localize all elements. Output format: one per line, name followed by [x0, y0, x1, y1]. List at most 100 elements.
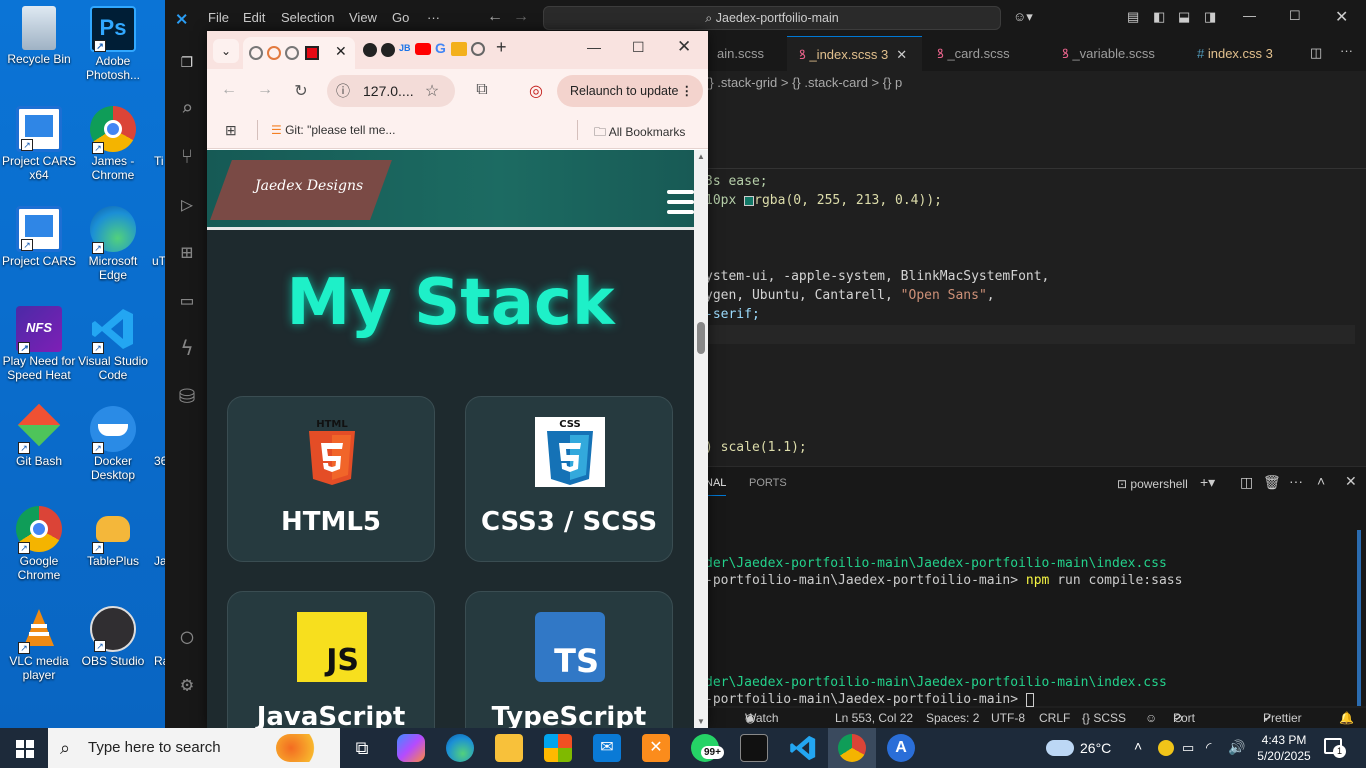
tab-variable-scss[interactable]: ꝸ _variable.scss [1050, 36, 1190, 71]
new-terminal-icon[interactable]: +▾ [1200, 474, 1215, 491]
whatsapp-icon[interactable]: 99+ [691, 734, 724, 762]
stack-card-typescript[interactable]: TS TypeScript [465, 591, 673, 728]
jetbrains-favicon-icon[interactable]: JB [399, 43, 411, 53]
menu-more[interactable]: ··· [427, 10, 440, 25]
docker-shortcut[interactable]: ↗ Docker Desktop [74, 406, 152, 482]
close-panel-icon[interactable]: ✕ [1345, 473, 1357, 490]
run-debug-icon[interactable]: ▷ [175, 192, 199, 216]
apps-grid-icon[interactable]: ⊞ [225, 122, 237, 139]
split-editor-icon[interactable]: ◫ [1310, 45, 1322, 61]
command-center-search[interactable]: ⌕ Jaedex-portfoilio-main [543, 6, 1001, 30]
task-view-icon[interactable]: ⧉ [348, 734, 376, 762]
kebab-menu-icon[interactable]: ⋮ [681, 75, 694, 107]
google-favicon-icon[interactable]: G [435, 40, 446, 56]
edge-shortcut[interactable]: ↗ Microsoft Edge [74, 206, 152, 282]
stack-card-html5[interactable]: HTML HTML5 [227, 396, 435, 562]
vscode-taskbar-icon[interactable] [789, 734, 817, 762]
all-bookmarks[interactable]: 🗀 All Bookmarks [594, 123, 685, 144]
close-tab-icon[interactable]: ✕ [896, 47, 907, 62]
split-terminal-icon[interactable]: ◫ [1240, 474, 1253, 491]
tab-main-scss[interactable]: ain.scss [705, 36, 783, 71]
menu-go[interactable]: Go [392, 10, 409, 25]
toggle-secondary-sidebar-icon[interactable]: ◨ [1204, 9, 1216, 25]
reload-icon[interactable]: ↻ [290, 81, 312, 101]
cursor-position[interactable]: Ln 553, Col 22 [835, 708, 913, 728]
copilot-status-icon[interactable]: ☺ [1145, 708, 1157, 728]
explorer-icon[interactable]: ❐ [175, 48, 199, 72]
git-bash-shortcut[interactable]: ↗ Git Bash [0, 403, 78, 468]
close-icon[interactable]: ✕ [1335, 7, 1348, 27]
code-line[interactable]: ygen, Ubuntu, Cantarell, "Open Sans", [705, 286, 995, 305]
scrollbar-thumb[interactable] [697, 322, 705, 354]
trash-icon[interactable]: 🗑 [1263, 474, 1281, 491]
color-swatch[interactable] [744, 195, 755, 206]
tab-card-scss[interactable]: ꝸ _card.scss [925, 36, 1045, 71]
mail-icon[interactable]: ✉ [593, 734, 621, 762]
menu-file[interactable]: File [208, 10, 229, 25]
james-chrome-shortcut[interactable]: ↗ James - Chrome [74, 106, 152, 182]
maximize-icon[interactable]: ☐ [1289, 8, 1301, 24]
remote-explorer-icon[interactable]: ▭ [175, 288, 199, 312]
layout-customize-icon[interactable]: ▤ [1127, 9, 1139, 25]
search-icon[interactable]: ⌕ [175, 96, 199, 120]
new-tab-plus-icon[interactable]: + [496, 37, 507, 58]
microsoft-store-icon[interactable] [544, 734, 572, 762]
terminal-prompt[interactable]: -portfoilio-main\Jaedex-portfoilio-main> [705, 691, 1034, 708]
taskbar-search-box[interactable]: ⌕ Type here to search [48, 728, 340, 768]
language-mode[interactable]: {} SCSS [1082, 708, 1126, 728]
tab-search-chevron-icon[interactable]: ⌄ [213, 39, 239, 63]
active-tab[interactable]: ✕ [243, 37, 355, 69]
profile-avatar-icon[interactable]: ◎ [525, 81, 547, 101]
copilot-icon[interactable]: ☺▾ [1013, 9, 1033, 25]
edge-icon[interactable] [446, 734, 474, 762]
scroll-down-icon[interactable]: ▼ [697, 717, 705, 726]
maximize-icon[interactable]: ☐ [632, 39, 645, 56]
more-icon[interactable]: ··· [1289, 473, 1303, 489]
maximize-panel-icon[interactable]: ˄ [1317, 473, 1325, 489]
nfs-heat-shortcut[interactable]: NFS ↗ Play Need for Speed Heat [0, 306, 78, 382]
stackoverflow-favicon-icon[interactable] [451, 42, 467, 56]
site-info-icon[interactable]: ⓘ [336, 75, 350, 107]
tableplus-shortcut[interactable]: ↗ TablePlus [74, 506, 152, 568]
bookmark-git-issue[interactable]: ☰ Git: "please tell me... [271, 123, 395, 137]
recycle-bin-shortcut[interactable]: Recycle Bin [0, 6, 78, 66]
forward-arrow-icon[interactable]: → [254, 81, 276, 99]
code-line[interactable]: 3s ease; [705, 172, 768, 191]
toggle-panel-icon[interactable]: ⬓ [1178, 9, 1190, 25]
toggle-sidebar-icon[interactable]: ◧ [1153, 9, 1165, 25]
source-control-icon[interactable]: ⑂ [175, 144, 199, 168]
temperature[interactable]: 26°C [1080, 740, 1111, 756]
bookmark-star-icon[interactable]: ☆ [421, 81, 443, 101]
file-explorer-folder-icon[interactable] [495, 734, 523, 762]
relaunch-to-update-button[interactable]: Relaunch to update ⋮ [557, 75, 703, 107]
app-a-icon[interactable]: A [887, 734, 915, 762]
code-line[interactable]: ) scale(1.1); [705, 438, 807, 457]
extensions-icon[interactable]: ⊞ [175, 240, 199, 264]
youtube-favicon-icon[interactable] [415, 43, 431, 55]
line-endings[interactable]: CRLF [1039, 708, 1070, 728]
windows-start-icon[interactable] [16, 740, 34, 758]
project-cars-x64-shortcut[interactable]: ↗ Project CARS x64 [0, 106, 78, 182]
xampp-icon[interactable]: ✕ [642, 734, 670, 762]
photoshop-shortcut[interactable]: Ps ↗ Adobe Photosh... [74, 6, 152, 82]
stack-card-css3-scss[interactable]: CSS CSS3 / SCSS [465, 396, 673, 562]
menu-view[interactable]: View [349, 10, 377, 25]
vscode-shortcut[interactable]: ↗ Visual Studio Code [74, 306, 152, 382]
more-actions-icon[interactable]: ··· [1340, 43, 1353, 58]
terminal-cmd-icon[interactable] [740, 734, 768, 762]
code-line[interactable]: 10px rgba(0, 255, 213, 0.4)); [705, 191, 942, 210]
logo-text[interactable]: Jaedex Designs [255, 178, 363, 194]
google-chrome-shortcut[interactable]: ↗ Google Chrome [0, 506, 78, 582]
minimize-icon[interactable]: — [587, 39, 601, 55]
indentation[interactable]: Spaces: 2 [926, 708, 979, 728]
thunder-client-icon[interactable]: ϟ [175, 336, 199, 360]
weather-cloud-icon[interactable] [1046, 740, 1074, 756]
chatgpt-favicon-icon[interactable] [363, 43, 377, 57]
tab-index-css[interactable]: # index.css 3 [1185, 36, 1295, 71]
chatgpt-favicon-icon[interactable] [381, 43, 395, 57]
chrome-favicon-icon[interactable] [471, 42, 485, 56]
copilot-icon[interactable] [397, 734, 425, 762]
back-arrow-icon[interactable]: ← [218, 81, 240, 99]
project-cars-shortcut[interactable]: ↗ Project CARS [0, 206, 78, 268]
volume-icon[interactable]: 🔊 [1228, 739, 1245, 756]
